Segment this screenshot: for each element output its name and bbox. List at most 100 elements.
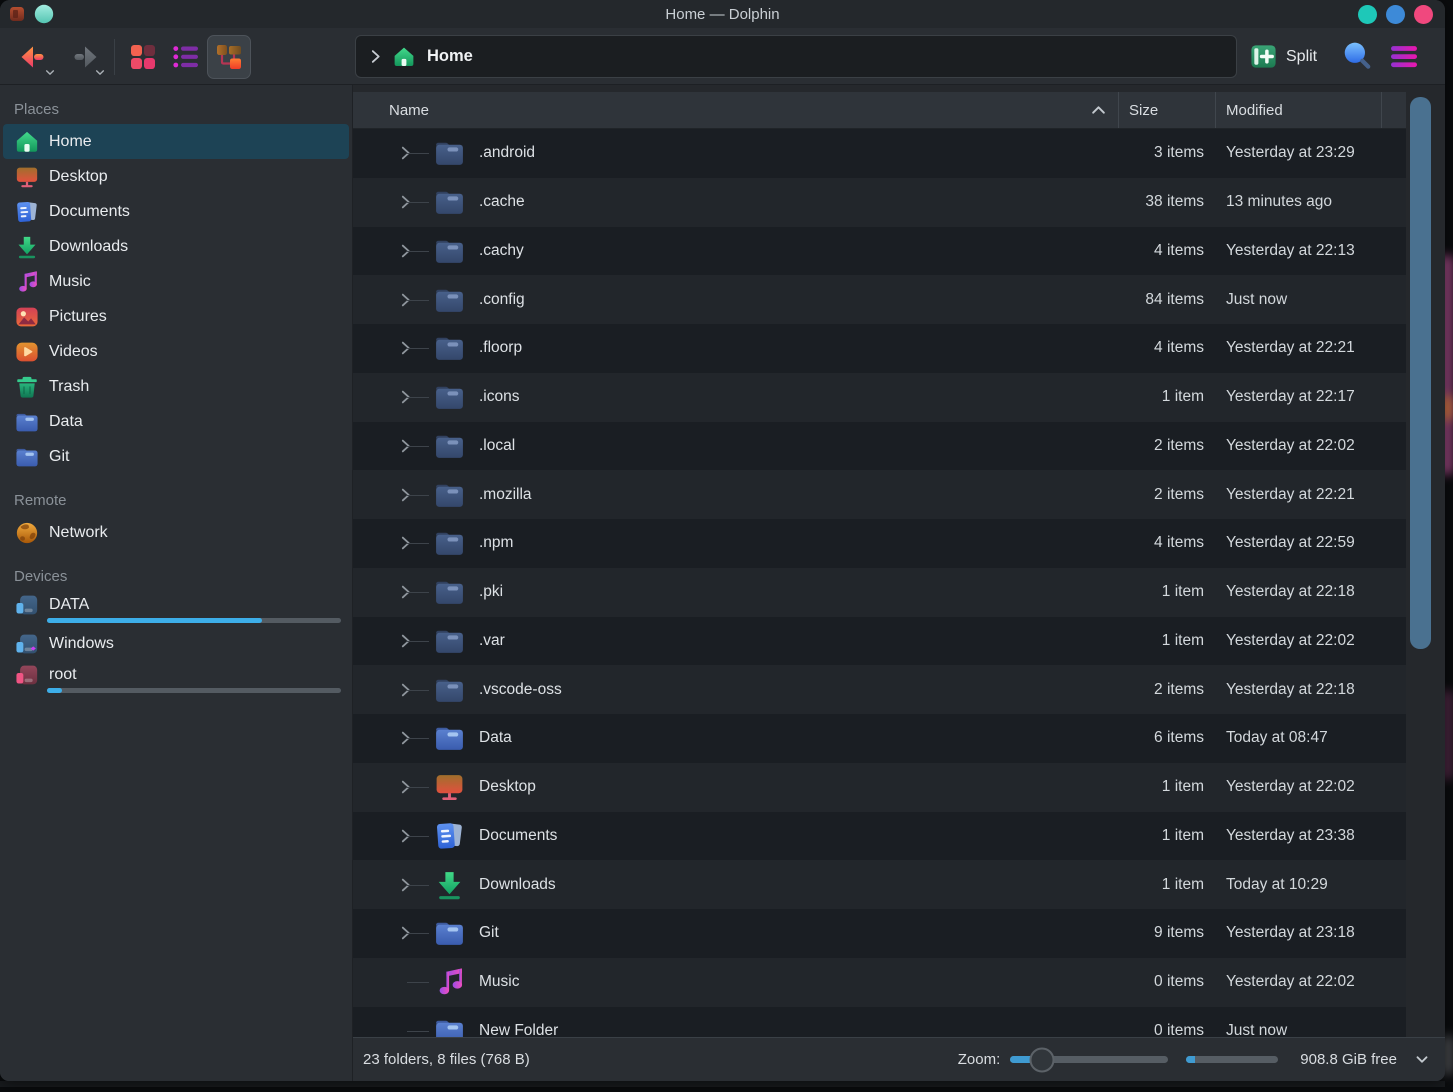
file-name: .cache <box>479 193 1131 211</box>
file-row-var[interactable]: .var 1 item Yesterday at 22:02 <box>353 617 1406 666</box>
folder-hidden-icon <box>433 283 466 316</box>
chevron-down-icon[interactable] <box>1415 1055 1429 1064</box>
folder-hidden-icon <box>433 478 466 511</box>
file-name: .android <box>479 144 1131 162</box>
sidebar-item-label: Videos <box>49 343 98 361</box>
sidebar-item-downloads[interactable]: Downloads <box>3 229 349 264</box>
sidebar-item-label: Network <box>49 524 108 542</box>
search-button[interactable] <box>1341 40 1373 72</box>
sidebar-item-git[interactable]: Git <box>3 439 349 474</box>
breadcrumb-location[interactable]: Home <box>427 47 473 66</box>
file-row-local[interactable]: .local 2 items Yesterday at 22:02 <box>353 422 1406 471</box>
column-header-modified[interactable]: Modified <box>1215 92 1381 128</box>
column-header-name[interactable]: Name <box>353 92 1118 128</box>
file-view: Name Size Modified .android 3 items Yest… <box>353 85 1445 1081</box>
sidebar-item-music[interactable]: Music <box>3 264 349 299</box>
tree-branch-line <box>407 787 429 788</box>
sidebar-item-home[interactable]: Home <box>3 124 349 159</box>
compact-view-icon <box>171 42 201 72</box>
details-view-button[interactable] <box>207 35 251 79</box>
sidebar-item-root[interactable]: root <box>3 661 349 696</box>
sidebar-item-data[interactable]: DATA <box>3 591 349 626</box>
close-button[interactable] <box>1414 5 1433 24</box>
compact-view-button[interactable] <box>164 35 208 79</box>
minimize-button[interactable] <box>1358 5 1377 24</box>
file-row-desktop[interactable]: Desktop 1 item Yesterday at 22:02 <box>353 763 1406 812</box>
hamburger-icon <box>1388 43 1420 70</box>
sidebar-item-label: root <box>49 666 77 684</box>
titlebar-pin-icon[interactable] <box>34 4 54 24</box>
sidebar-item-label: Desktop <box>49 168 108 186</box>
file-name: Desktop <box>479 778 1131 796</box>
file-row-config[interactable]: .config 84 items Just now <box>353 275 1406 324</box>
hamburger-menu-button[interactable] <box>1388 43 1420 70</box>
sidebar-item-trash[interactable]: Trash <box>3 369 349 404</box>
file-row-cache[interactable]: .cache 38 items 13 minutes ago <box>353 178 1406 227</box>
disk-capacity-bar <box>1186 1056 1278 1063</box>
tree-branch-line <box>407 738 429 739</box>
scrollbar-thumb[interactable] <box>1410 97 1431 649</box>
file-name: Downloads <box>479 876 1131 894</box>
file-modified: Yesterday at 22:02 <box>1216 632 1406 650</box>
file-name: .npm <box>479 534 1131 552</box>
chevron-down-icon[interactable] <box>45 69 55 76</box>
zoom-slider-handle[interactable] <box>1029 1047 1054 1072</box>
folder-icon <box>433 1014 466 1037</box>
file-modified: Yesterday at 22:17 <box>1216 388 1406 406</box>
sidebar-item-documents[interactable]: Documents <box>3 194 349 229</box>
sidebar-item-videos[interactable]: Videos <box>3 334 349 369</box>
network-icon <box>14 520 40 546</box>
sidebar-item-data[interactable]: Data <box>3 404 349 439</box>
file-row-documents[interactable]: Documents 1 item Yesterday at 23:38 <box>353 812 1406 861</box>
file-name: .floorp <box>479 339 1131 357</box>
table-header: Name Size Modified <box>353 92 1406 129</box>
file-row-npm[interactable]: .npm 4 items Yesterday at 22:59 <box>353 519 1406 568</box>
sidebar-item-label: Data <box>49 413 83 431</box>
file-row-new-folder[interactable]: New Folder 0 items Just now <box>353 1007 1406 1038</box>
forward-button[interactable] <box>60 34 108 79</box>
file-row-floorp[interactable]: .floorp 4 items Yesterday at 22:21 <box>353 324 1406 373</box>
sidebar-item-network[interactable]: Network <box>3 515 349 550</box>
file-modified: 13 minutes ago <box>1216 193 1406 211</box>
file-size: 6 items <box>1131 729 1216 747</box>
folder-icon <box>14 409 40 435</box>
file-row-vscode-oss[interactable]: .vscode-oss 2 items Yesterday at 22:18 <box>353 665 1406 714</box>
file-name: New Folder <box>479 1022 1131 1037</box>
zoom-slider[interactable] <box>1010 1056 1168 1063</box>
file-modified: Yesterday at 22:02 <box>1216 437 1406 455</box>
vertical-scrollbar[interactable] <box>1410 92 1431 1037</box>
tree-branch-line <box>407 348 429 349</box>
icons-view-button[interactable] <box>121 35 165 79</box>
file-size: 0 items <box>1131 973 1216 991</box>
file-row-pki[interactable]: .pki 1 item Yesterday at 22:18 <box>353 568 1406 617</box>
tree-branch-line <box>407 982 429 983</box>
sidebar-item-desktop[interactable]: Desktop <box>3 159 349 194</box>
selection-summary: 23 folders, 8 files (768 B) <box>363 1051 530 1068</box>
maximize-button[interactable] <box>1386 5 1405 24</box>
sidebar-item-windows[interactable]: Windows <box>3 626 349 661</box>
icons-view-icon <box>128 42 158 72</box>
sidebar-section: Places Home Desktop Documents Downloads … <box>0 95 352 474</box>
file-name: Music <box>479 973 1131 991</box>
file-row-cachy[interactable]: .cachy 4 items Yesterday at 22:13 <box>353 227 1406 276</box>
back-button[interactable] <box>10 34 58 79</box>
file-row-icons[interactable]: .icons 1 item Yesterday at 22:17 <box>353 373 1406 422</box>
file-size: 84 items <box>1131 291 1216 309</box>
tree-branch-line <box>407 836 429 837</box>
file-row-downloads[interactable]: Downloads 1 item Today at 10:29 <box>353 860 1406 909</box>
sidebar-item-label: Home <box>49 133 92 151</box>
chevron-down-icon[interactable] <box>95 69 105 76</box>
file-row-data[interactable]: Data 6 items Today at 08:47 <box>353 714 1406 763</box>
location-bar[interactable]: Home <box>355 35 1237 78</box>
column-header-size[interactable]: Size <box>1118 92 1215 128</box>
file-row-music[interactable]: Music 0 items Yesterday at 22:02 <box>353 958 1406 1007</box>
file-name: .icons <box>479 388 1131 406</box>
file-row-mozilla[interactable]: .mozilla 2 items Yesterday at 22:21 <box>353 470 1406 519</box>
split-button[interactable]: Split <box>1249 35 1317 78</box>
file-row-git[interactable]: Git 9 items Yesterday at 23:18 <box>353 909 1406 958</box>
file-modified: Just now <box>1216 1022 1406 1037</box>
sidebar-item-pictures[interactable]: Pictures <box>3 299 349 334</box>
file-row-android[interactable]: .android 3 items Yesterday at 23:29 <box>353 129 1406 178</box>
chevron-right-icon[interactable] <box>370 49 381 64</box>
tree-branch-line <box>407 153 429 154</box>
